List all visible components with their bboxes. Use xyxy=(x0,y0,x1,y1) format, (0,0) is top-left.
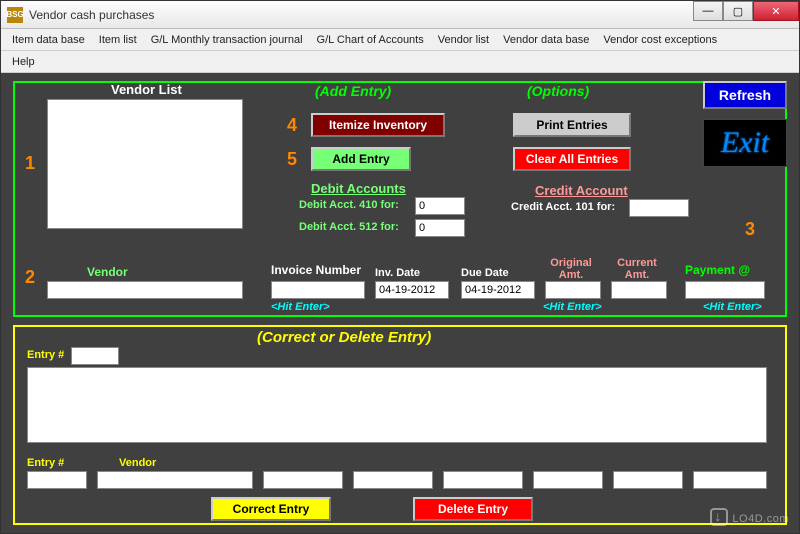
clear-all-entries-button[interactable]: Clear All Entries xyxy=(513,147,631,171)
menu-item-list[interactable]: Item list xyxy=(92,31,144,49)
add-entry-button[interactable]: Add Entry xyxy=(311,147,411,171)
exit-button[interactable]: Exit xyxy=(703,119,787,167)
credit-101-label: Credit Acct. 101 for: xyxy=(511,201,615,213)
correct-entry-button[interactable]: Correct Entry xyxy=(211,497,331,521)
menu-gl-journal[interactable]: G/L Monthly transaction journal xyxy=(144,31,310,49)
menu-item-data-base[interactable]: Item data base xyxy=(5,31,92,49)
entries-listbox[interactable] xyxy=(27,367,767,443)
entry-no-label: Entry # xyxy=(27,349,64,361)
credit-101-input[interactable] xyxy=(629,199,689,217)
debit-410-input[interactable] xyxy=(415,197,465,215)
window-title: Vendor cash purchases xyxy=(29,8,154,22)
inv-date-input[interactable] xyxy=(375,281,449,299)
due-date-input[interactable] xyxy=(461,281,535,299)
payment-label: Payment @ xyxy=(685,263,750,277)
original-amt-hit-enter: <Hit Enter> xyxy=(543,301,602,313)
credit-account-heading: Credit Account xyxy=(535,183,628,198)
print-entries-button[interactable]: Print Entries xyxy=(513,113,631,137)
correct-delete-panel: (Correct or Delete Entry) Entry # Entry … xyxy=(13,325,787,525)
field-4-input[interactable] xyxy=(533,471,603,489)
original-amt-input[interactable] xyxy=(545,281,601,299)
step-1-label: 1 xyxy=(25,153,35,174)
delete-entry-button[interactable]: Delete Entry xyxy=(413,497,533,521)
debit-410-label: Debit Acct. 410 for: xyxy=(299,199,399,211)
menubar-row2: Help xyxy=(1,51,799,73)
vendor2-label: Vendor xyxy=(119,457,156,469)
menubar: Item data base Item list G/L Monthly tra… xyxy=(1,29,799,51)
field-6-input[interactable] xyxy=(693,471,767,489)
app-icon: BSG xyxy=(7,7,23,23)
step-4-label: 4 xyxy=(287,115,297,136)
options-heading: (Options) xyxy=(527,83,589,99)
debit-512-label: Debit Acct. 512 for: xyxy=(299,221,399,233)
debit-accounts-heading: Debit Accounts xyxy=(311,181,406,196)
payment-input[interactable] xyxy=(685,281,765,299)
current-amt-input[interactable] xyxy=(611,281,667,299)
entry-no2-label: Entry # xyxy=(27,457,64,469)
client-area: Vendor List (Add Entry) (Options) Refres… xyxy=(1,73,799,533)
minimize-button[interactable]: — xyxy=(693,1,723,21)
payment-hit-enter: <Hit Enter> xyxy=(703,301,762,313)
titlebar[interactable]: BSG Vendor cash purchases — ▢ ✕ xyxy=(1,1,799,29)
inv-date-label: Inv. Date xyxy=(375,267,420,279)
correct-delete-heading: (Correct or Delete Entry) xyxy=(257,329,431,346)
entry-no-input[interactable] xyxy=(71,347,119,365)
menu-help[interactable]: Help xyxy=(5,53,42,71)
menu-gl-chart[interactable]: G/L Chart of Accounts xyxy=(310,31,431,49)
step-2-label: 2 xyxy=(25,267,35,288)
exit-icon: Exit xyxy=(721,126,769,160)
menu-vendor-list[interactable]: Vendor list xyxy=(431,31,496,49)
maximize-button[interactable]: ▢ xyxy=(723,1,753,21)
debit-512-input[interactable] xyxy=(415,219,465,237)
vendor-field-label: Vendor xyxy=(87,265,128,279)
vendor-list-label: Vendor List xyxy=(111,82,182,97)
refresh-button[interactable]: Refresh xyxy=(703,81,787,109)
invoice-number-input[interactable] xyxy=(271,281,365,299)
close-button[interactable]: ✕ xyxy=(753,1,799,21)
vendor-input[interactable] xyxy=(47,281,243,299)
menu-vendor-cost-exceptions[interactable]: Vendor cost exceptions xyxy=(596,31,724,49)
add-entry-panel: Vendor List (Add Entry) (Options) Refres… xyxy=(13,81,787,317)
due-date-label: Due Date xyxy=(461,267,509,279)
step-5-label: 5 xyxy=(287,149,297,170)
step-3-label: 3 xyxy=(745,219,755,240)
field-5-input[interactable] xyxy=(613,471,683,489)
field-3-input[interactable] xyxy=(443,471,523,489)
app-window: BSG Vendor cash purchases — ▢ ✕ Item dat… xyxy=(0,0,800,534)
invoice-hit-enter: <Hit Enter> xyxy=(271,301,330,313)
vendor2-input[interactable] xyxy=(97,471,253,489)
current-amt-label: Current Amt. xyxy=(615,257,659,281)
original-amt-label: Original Amt. xyxy=(549,257,593,281)
field-1-input[interactable] xyxy=(263,471,343,489)
itemize-inventory-button[interactable]: Itemize Inventory xyxy=(311,113,445,137)
vendor-listbox[interactable] xyxy=(47,99,243,229)
entry-no2-input[interactable] xyxy=(27,471,87,489)
menu-vendor-data-base[interactable]: Vendor data base xyxy=(496,31,596,49)
field-2-input[interactable] xyxy=(353,471,433,489)
invoice-number-label: Invoice Number xyxy=(271,263,361,277)
add-entry-heading: (Add Entry) xyxy=(315,83,391,99)
